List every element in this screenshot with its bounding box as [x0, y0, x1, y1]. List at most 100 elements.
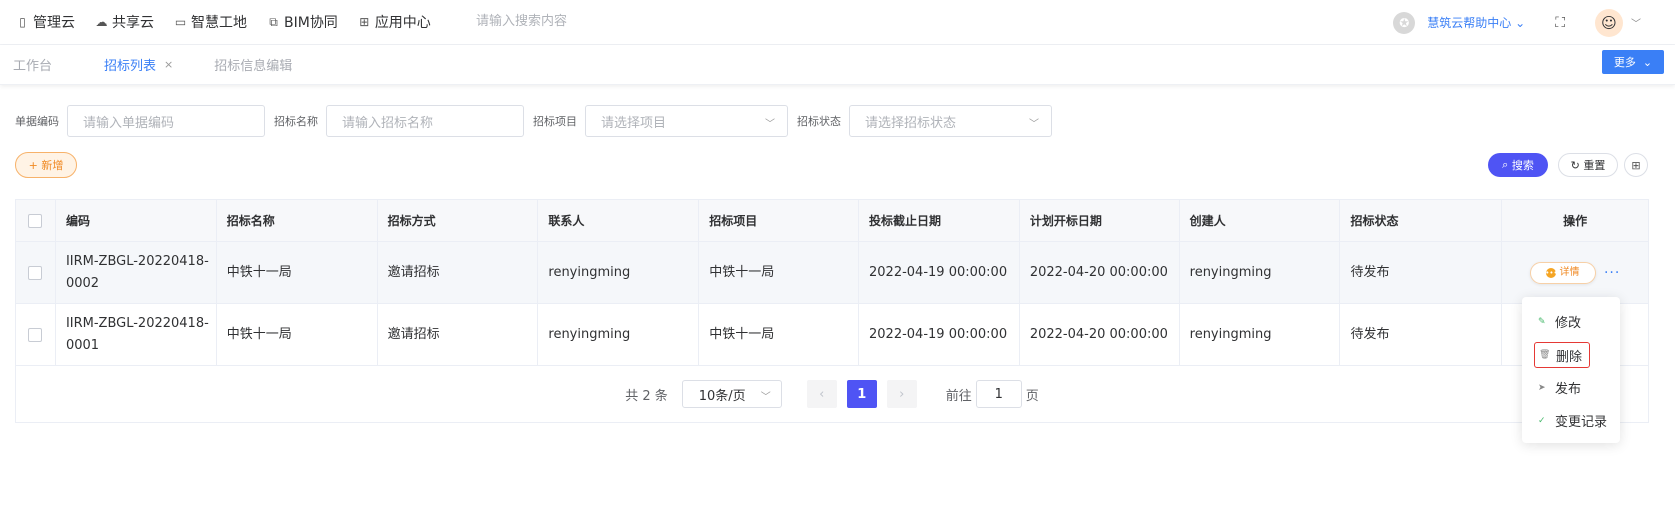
pagination: 共 2 条 10条/页 ﹀ ‹ 1 › 前往 1 页	[16, 366, 1648, 422]
tabs-bar: 工作台 招标列表 × 招标信息编辑 更多 ⌄	[0, 45, 1675, 85]
col-header: 编码	[56, 200, 217, 241]
page-number-button[interactable]: 1	[846, 380, 877, 408]
more-actions-icon[interactable]: ···	[1604, 262, 1620, 284]
trash-icon: 🗑	[1539, 350, 1551, 360]
nav-label: BIM协同	[284, 15, 338, 31]
tab-workbench[interactable]: 工作台	[13, 55, 52, 74]
cell-actions: ••• 详情 ···	[1502, 242, 1648, 303]
bim-icon: ⧉	[269, 14, 278, 29]
cell-contact: renyingming	[538, 304, 700, 365]
nav-item-app-center[interactable]: ⊞ 应用中心	[358, 12, 431, 32]
cell-method: 邀请招标	[378, 304, 539, 365]
goto-label: 前往	[945, 388, 972, 404]
fullscreen-icon[interactable]: ⛶	[1555, 15, 1565, 31]
code-input[interactable]: 请输入单据编码	[67, 105, 265, 137]
nav-label: 管理云	[33, 15, 75, 31]
nav-item-smart-site[interactable]: ▭ 智慧工地	[174, 12, 247, 32]
search-button[interactable]: ⌕ 搜索	[1488, 153, 1548, 177]
nav-label: 共享云	[112, 15, 154, 31]
help-center-label: 慧筑云帮助中心	[1427, 16, 1512, 30]
table-row[interactable]: IIRM-ZBGL-20220418-0001 中铁十一局 邀请招标 renyi…	[16, 304, 1648, 366]
chevron-down-icon[interactable]: ﹀	[1631, 15, 1641, 30]
chevron-down-icon: ﹀	[1029, 119, 1039, 130]
cell-code: IIRM-ZBGL-20220418-0001	[56, 304, 217, 365]
reset-button[interactable]: ↻ 重置	[1558, 153, 1618, 177]
nav-item-management-cloud[interactable]: ▯ 管理云	[16, 12, 75, 32]
avatar[interactable]: ☺	[1595, 8, 1623, 37]
cell-status: 待发布	[1340, 242, 1503, 303]
help-center-icon[interactable]: ✪	[1393, 11, 1416, 34]
cell-name: 中铁十一局	[217, 242, 378, 303]
col-header: 联系人	[538, 200, 700, 241]
chevron-down-icon: ﹀	[760, 392, 771, 403]
top-nav: ▯ 管理云 ☁ 共享云 ▭ 智慧工地 ⧉ BIM协同 ⊞ 应用中心 请输入搜索内…	[0, 0, 1675, 45]
name-input[interactable]: 请输入招标名称	[326, 105, 524, 137]
cell-creator: renyingming	[1180, 304, 1341, 365]
cell-project: 中铁十一局	[699, 242, 860, 303]
menu-item-change-log[interactable]: ✓ 变更记录	[1522, 404, 1620, 437]
search-label: 搜索	[1511, 159, 1534, 172]
col-header: 计划开标日期	[1020, 200, 1180, 241]
cell-open-date: 2022-04-20 00:00:00	[1020, 242, 1180, 303]
detail-button[interactable]: ••• 详情	[1529, 261, 1596, 284]
column-settings-icon[interactable]: ⊞	[1624, 153, 1648, 177]
row-checkbox[interactable]	[28, 265, 43, 280]
goto-page-input[interactable]: 1	[975, 380, 1022, 408]
monitor-icon: ▭	[174, 15, 187, 29]
filter-label-project: 招标项目	[533, 115, 577, 128]
select-all-cell	[16, 200, 56, 241]
help-center-link[interactable]: 慧筑云帮助中心 ⌄	[1427, 14, 1525, 31]
table-row[interactable]: IIRM-ZBGL-20220418-0002 中铁十一局 邀请招标 renyi…	[16, 242, 1648, 304]
project-select[interactable]: 请选择项目 ﹀	[585, 105, 788, 137]
total-count: 共 2 条	[625, 388, 668, 404]
menu-item-edit[interactable]: ✎ 修改	[1522, 305, 1620, 338]
nav-item-share-cloud[interactable]: ☁ 共享云	[95, 12, 155, 32]
cell-status: 待发布	[1340, 304, 1503, 365]
prev-page-button[interactable]: ‹	[806, 380, 837, 408]
cell-deadline: 2022-04-19 00:00:00	[859, 304, 1020, 365]
close-icon[interactable]: ×	[164, 58, 173, 71]
next-page-button[interactable]: ›	[886, 380, 917, 408]
reset-label: 重置	[1583, 159, 1606, 172]
more-label: 更多	[1613, 56, 1636, 69]
page-size-value: 10条/页	[698, 388, 746, 404]
filter-bar: 单据编码 请输入单据编码 招标名称 请输入招标名称 招标项目 请选择项目 ﹀ 招标…	[15, 105, 1061, 137]
row-select-cell	[16, 304, 56, 365]
refresh-icon: ↻	[1570, 158, 1580, 172]
page-size-select[interactable]: 10条/页 ﹀	[681, 380, 782, 408]
table-header: 编码 招标名称 招标方式 联系人 招标项目 投标截止日期 计划开标日期 创建人 …	[16, 200, 1648, 242]
row-actions-dropdown: ✎ 修改 🗑 删除 ➤ 发布 ✓ 变更记录	[1522, 297, 1620, 443]
right-tools: ✪ 慧筑云帮助中心 ⌄ ⛶ ☺ ﹀	[1393, 0, 1675, 45]
col-header: 投标截止日期	[859, 200, 1020, 241]
col-header: 招标状态	[1340, 200, 1503, 241]
nav-item-bim[interactable]: ⧉ BIM协同	[267, 12, 338, 32]
tab-label: 工作台	[13, 59, 53, 74]
more-button[interactable]: 更多 ⌄	[1602, 50, 1664, 74]
placeholder: 请输入招标名称	[342, 115, 434, 131]
row-select-cell	[16, 242, 56, 303]
menu-label: 变更记录	[1555, 415, 1608, 430]
filter-label-code: 单据编码	[15, 115, 59, 128]
global-search-input[interactable]: 请输入搜索内容	[476, 10, 567, 29]
cell-creator: renyingming	[1180, 242, 1341, 303]
select-all-checkbox[interactable]	[28, 213, 43, 228]
cell-name: 中铁十一局	[217, 304, 378, 365]
send-icon: ➤	[1538, 382, 1546, 393]
tab-bid-edit[interactable]: 招标信息编辑	[214, 55, 292, 74]
menu-label: 修改	[1555, 316, 1582, 331]
col-header: 创建人	[1180, 200, 1341, 241]
page-suffix: 页	[1025, 388, 1039, 404]
bid-table: 编码 招标名称 招标方式 联系人 招标项目 投标截止日期 计划开标日期 创建人 …	[15, 199, 1649, 423]
menu-item-delete[interactable]: 🗑 删除	[1534, 342, 1590, 368]
nav-label: 应用中心	[374, 15, 431, 31]
search-icon: ⌕	[1502, 158, 1509, 171]
add-button[interactable]: + 新增	[15, 152, 77, 178]
filter-label-name: 招标名称	[274, 115, 318, 128]
col-header: 招标方式	[378, 200, 539, 241]
cell-method: 邀请招标	[378, 242, 539, 303]
status-select[interactable]: 请选择招标状态 ﹀	[849, 105, 1052, 137]
filter-label-status: 招标状态	[797, 115, 841, 128]
row-checkbox[interactable]	[28, 327, 43, 342]
tab-bid-list[interactable]: 招标列表 ×	[104, 55, 173, 74]
menu-item-publish[interactable]: ➤ 发布	[1522, 371, 1620, 404]
